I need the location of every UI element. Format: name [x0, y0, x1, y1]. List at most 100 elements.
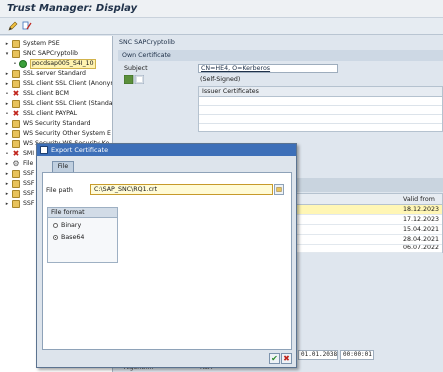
tree-item-label: File: [23, 160, 34, 167]
tree-item-ssl-client-anonym[interactable]: ▸ SSL client SSL Client (Anonym: [0, 79, 113, 89]
valid-from-header: Valid from: [403, 196, 435, 203]
valid-from-cell: 18.12.2023: [403, 206, 440, 213]
table-row: [199, 97, 442, 106]
tree-item-system-pse[interactable]: ▸ System PSE: [0, 39, 112, 49]
tree-item-label: System PSE: [23, 40, 60, 47]
tree-item-label: SSL client SSL Client (Anonym: [23, 80, 113, 87]
folder-icon: [12, 70, 20, 78]
error-x-icon: ✖: [12, 89, 20, 98]
status-green-icon: [19, 60, 27, 68]
valid-to-time-field[interactable]: 00:00:01: [340, 350, 374, 360]
dialog-title: Export Certificate: [51, 146, 109, 154]
base64-label: Base64: [61, 234, 85, 241]
tree-item-label: SSL client BCM: [23, 90, 70, 97]
collapse-toggle-icon[interactable]: ▾: [4, 49, 10, 59]
tree-item-label: SSL client PAYPAL: [23, 110, 78, 117]
tree-item-label: WS Security Other System E: [23, 130, 111, 137]
expand-toggle-icon[interactable]: ▸: [4, 129, 10, 139]
expand-toggle-icon[interactable]: ▸: [4, 39, 10, 49]
valid-from-cell: 15.04.2021: [403, 226, 440, 233]
tree-item-ssl-client-standard[interactable]: ▸ SSL client SSL Client (Standa: [0, 99, 112, 109]
gear-icon: ⚙: [12, 159, 20, 168]
tree-item-label: SMI: [23, 150, 35, 157]
valid-from-cell: 28.04.2021: [403, 236, 440, 243]
issuer-certificates-table: Issuer Certificates: [198, 86, 443, 132]
dialog-body: File path C:\SAP_SNC\RQ1.crt File format…: [42, 172, 292, 350]
tree-item-label: SNC SAPCryptolib: [23, 50, 78, 57]
subject-field[interactable]: CN=HE4, O=Kerberos: [198, 64, 338, 73]
valid-to-date-field[interactable]: 01.01.2038: [298, 350, 338, 360]
folder-icon: [12, 130, 20, 138]
change-mode-icon[interactable]: [21, 20, 33, 32]
expand-toggle-icon[interactable]: ▸: [4, 69, 10, 79]
certificate-icons[interactable]: [124, 75, 144, 84]
error-x-icon: ✖: [12, 149, 20, 158]
certificate-list-toolbar: [297, 178, 443, 192]
edit-pencil-icon[interactable]: [7, 20, 19, 32]
subject-label: Subject: [124, 65, 148, 72]
expand-toggle-icon[interactable]: ▸: [4, 159, 10, 169]
error-x-icon: ✖: [12, 109, 20, 118]
toolbar: [0, 18, 443, 35]
leaf-bullet-icon: •: [13, 61, 17, 67]
table-row: [199, 115, 442, 124]
expand-toggle-icon[interactable]: ▸: [4, 139, 10, 149]
cancel-x-icon[interactable]: ✖: [281, 353, 292, 364]
tree-item-label: SSF: [23, 180, 35, 187]
folder-icon: [12, 120, 20, 128]
folder-icon: [12, 190, 20, 198]
binary-radio[interactable]: [53, 223, 58, 228]
file-path-label: File path: [46, 187, 73, 194]
dialog-title-bar[interactable]: Export Certificate: [37, 144, 296, 156]
expand-toggle-icon[interactable]: ▸: [4, 119, 10, 129]
validity-row: 01.01.2038 00:00:01: [297, 350, 443, 360]
leaf-bullet-icon: •: [5, 111, 9, 117]
window-title: Trust Manager: Display: [7, 3, 138, 14]
valid-from-cell: 06.07.2022: [403, 245, 440, 251]
file-format-label: File format: [48, 208, 117, 218]
base64-radio[interactable]: [53, 235, 58, 240]
tree-item-ssl-server-standard[interactable]: ▸ SSL server Standard: [0, 69, 112, 79]
binary-label: Binary: [61, 222, 82, 229]
folder-icon: [12, 140, 20, 148]
folder-icon: [12, 200, 20, 208]
tree-item-snc-sapcryptolib[interactable]: ▾ SNC SAPCryptolib: [0, 49, 112, 59]
tree-item-ws-security-standard[interactable]: ▸ WS Security Standard: [0, 119, 112, 129]
valid-from-cell: 17.12.2023: [403, 216, 440, 223]
expand-toggle-icon[interactable]: ▸: [4, 179, 10, 189]
export-certificate-dialog: Export Certificate File File path C:\SAP…: [36, 143, 297, 368]
browse-file-icon[interactable]: [274, 184, 284, 195]
expand-toggle-icon[interactable]: ▸: [4, 79, 10, 89]
file-path-input[interactable]: C:\SAP_SNC\RQ1.crt: [90, 184, 273, 195]
panel-header: SNC SAPCryptolib: [119, 39, 175, 46]
tree-item-label: SSL server Standard: [23, 70, 86, 77]
self-signed-text: (Self-Signed): [200, 76, 241, 83]
own-certificate-section: Own Certificate: [118, 50, 443, 61]
tree-item-label: pocdsap005_S4I_10: [30, 59, 96, 69]
folder-icon: [12, 170, 20, 178]
title-bar: Trust Manager: Display: [0, 0, 443, 18]
tree-item-label: SSF: [23, 190, 35, 197]
folder-icon: [12, 40, 20, 48]
tree-item-pocdsap005[interactable]: • pocdsap005_S4I_10: [0, 59, 112, 69]
table-row: [199, 106, 442, 115]
tree-item-label: SSF: [23, 170, 35, 177]
tree-item-label: WS Security Standard: [23, 120, 91, 127]
expand-toggle-icon[interactable]: ▸: [4, 199, 10, 209]
expand-toggle-icon[interactable]: ▸: [4, 99, 10, 109]
expand-toggle-icon[interactable]: ▸: [4, 169, 10, 179]
dialog-window-icon: [40, 146, 48, 154]
leaf-bullet-icon: •: [5, 151, 9, 157]
folder-icon: [12, 50, 20, 58]
tab-file[interactable]: File: [52, 161, 74, 172]
expand-toggle-icon[interactable]: ▸: [4, 189, 10, 199]
folder-icon: [12, 100, 20, 108]
confirm-check-icon[interactable]: ✔: [269, 353, 280, 364]
tree-item-label: SSF: [23, 200, 35, 207]
tree-item-ssl-client-paypal[interactable]: • ✖ SSL client PAYPAL: [0, 109, 112, 119]
folder-icon: [12, 80, 20, 88]
folder-icon: [12, 180, 20, 188]
leaf-bullet-icon: •: [5, 91, 9, 97]
tree-item-ws-security-other[interactable]: ▸ WS Security Other System E: [0, 129, 112, 139]
tree-item-ssl-client-bcm[interactable]: • ✖ SSL client BCM: [0, 89, 112, 99]
